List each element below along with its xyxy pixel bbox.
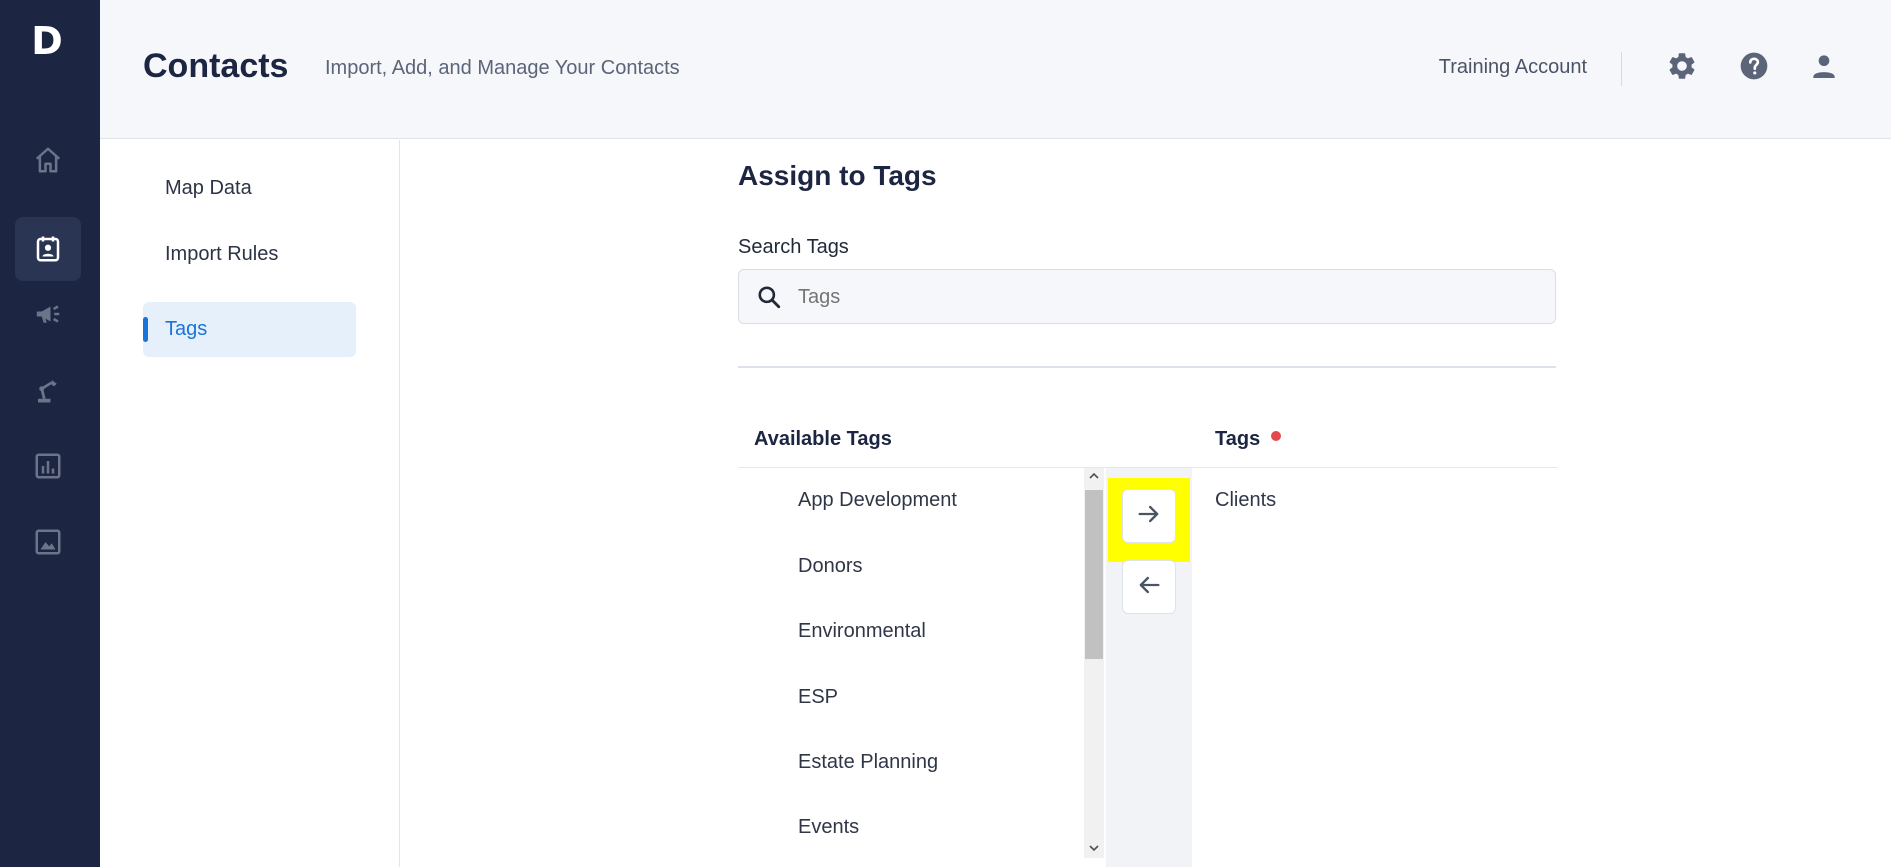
nav-media[interactable] bbox=[15, 510, 81, 574]
chevron-up-icon bbox=[1088, 468, 1100, 486]
scroll-down-arrow[interactable] bbox=[1084, 840, 1104, 858]
subnav-item-label: Tags bbox=[165, 318, 208, 340]
page-title: Contacts bbox=[143, 47, 289, 85]
scroll-up-arrow[interactable] bbox=[1084, 468, 1104, 486]
list-item[interactable]: Donors bbox=[798, 555, 862, 578]
available-tags-list: App Development Donors Environmental ESP… bbox=[738, 468, 1084, 867]
section-title: Assign to Tags bbox=[738, 160, 937, 191]
scrollbar-thumb[interactable] bbox=[1085, 490, 1103, 659]
available-tags-scrollbar[interactable] bbox=[1084, 468, 1104, 858]
search-label: Search Tags bbox=[738, 236, 849, 258]
nav-rail: D bbox=[0, 0, 100, 867]
user-menu-button[interactable] bbox=[1806, 50, 1842, 86]
page-header: Contacts Import, Add, and Manage Your Co… bbox=[100, 0, 1891, 139]
list-item[interactable]: Environmental bbox=[798, 620, 926, 643]
subnav-item-label: Import Rules bbox=[165, 243, 279, 265]
megaphone-icon bbox=[33, 299, 63, 329]
list-item[interactable]: App Development bbox=[798, 489, 957, 512]
arrow-left-icon bbox=[1135, 571, 1163, 604]
page-subtitle: Import, Add, and Manage Your Contacts bbox=[325, 57, 680, 79]
app-logo[interactable]: D bbox=[0, 18, 94, 64]
subnav-item-import-rules[interactable]: Import Rules bbox=[143, 227, 356, 282]
list-item[interactable]: Events bbox=[798, 816, 859, 839]
nav-home[interactable] bbox=[15, 128, 81, 192]
list-item[interactable]: Estate Planning bbox=[798, 751, 938, 774]
add-tag-button[interactable] bbox=[1122, 489, 1176, 543]
reports-icon bbox=[33, 451, 63, 481]
home-icon bbox=[33, 145, 63, 175]
subnav-item-map-data[interactable]: Map Data bbox=[143, 161, 356, 216]
remove-tag-button[interactable] bbox=[1122, 560, 1176, 614]
required-indicator bbox=[1271, 431, 1281, 441]
nav-automation[interactable] bbox=[15, 358, 81, 422]
assigned-tags-heading: Tags bbox=[1215, 428, 1261, 450]
list-item[interactable]: ESP bbox=[798, 686, 838, 709]
header-divider bbox=[1621, 52, 1622, 86]
user-icon bbox=[1808, 50, 1840, 87]
account-name[interactable]: Training Account bbox=[1439, 56, 1587, 79]
arrow-right-icon bbox=[1135, 500, 1163, 533]
nav-campaigns[interactable] bbox=[15, 282, 81, 346]
search-input[interactable] bbox=[798, 280, 1538, 314]
section-divider bbox=[738, 366, 1556, 368]
help-icon bbox=[1738, 50, 1770, 87]
help-button[interactable] bbox=[1736, 50, 1772, 86]
list-item[interactable]: Clients bbox=[1215, 489, 1276, 512]
nav-contacts[interactable] bbox=[15, 217, 81, 281]
available-tags-heading: Available Tags bbox=[754, 428, 892, 450]
image-icon bbox=[33, 527, 63, 557]
chevron-down-icon bbox=[1088, 840, 1100, 858]
nav-reports[interactable] bbox=[15, 434, 81, 498]
settings-button[interactable] bbox=[1664, 50, 1700, 86]
subnav-item-tags[interactable]: Tags bbox=[143, 302, 356, 357]
search-icon bbox=[756, 284, 782, 315]
search-field bbox=[738, 269, 1556, 324]
contacts-icon bbox=[33, 234, 63, 264]
import-steps-nav: Map Data Import Rules Tags bbox=[100, 140, 400, 867]
logo-letter: D bbox=[31, 19, 63, 63]
gear-icon bbox=[1666, 50, 1698, 87]
subnav-item-label: Map Data bbox=[165, 177, 252, 199]
automation-icon bbox=[33, 375, 63, 405]
